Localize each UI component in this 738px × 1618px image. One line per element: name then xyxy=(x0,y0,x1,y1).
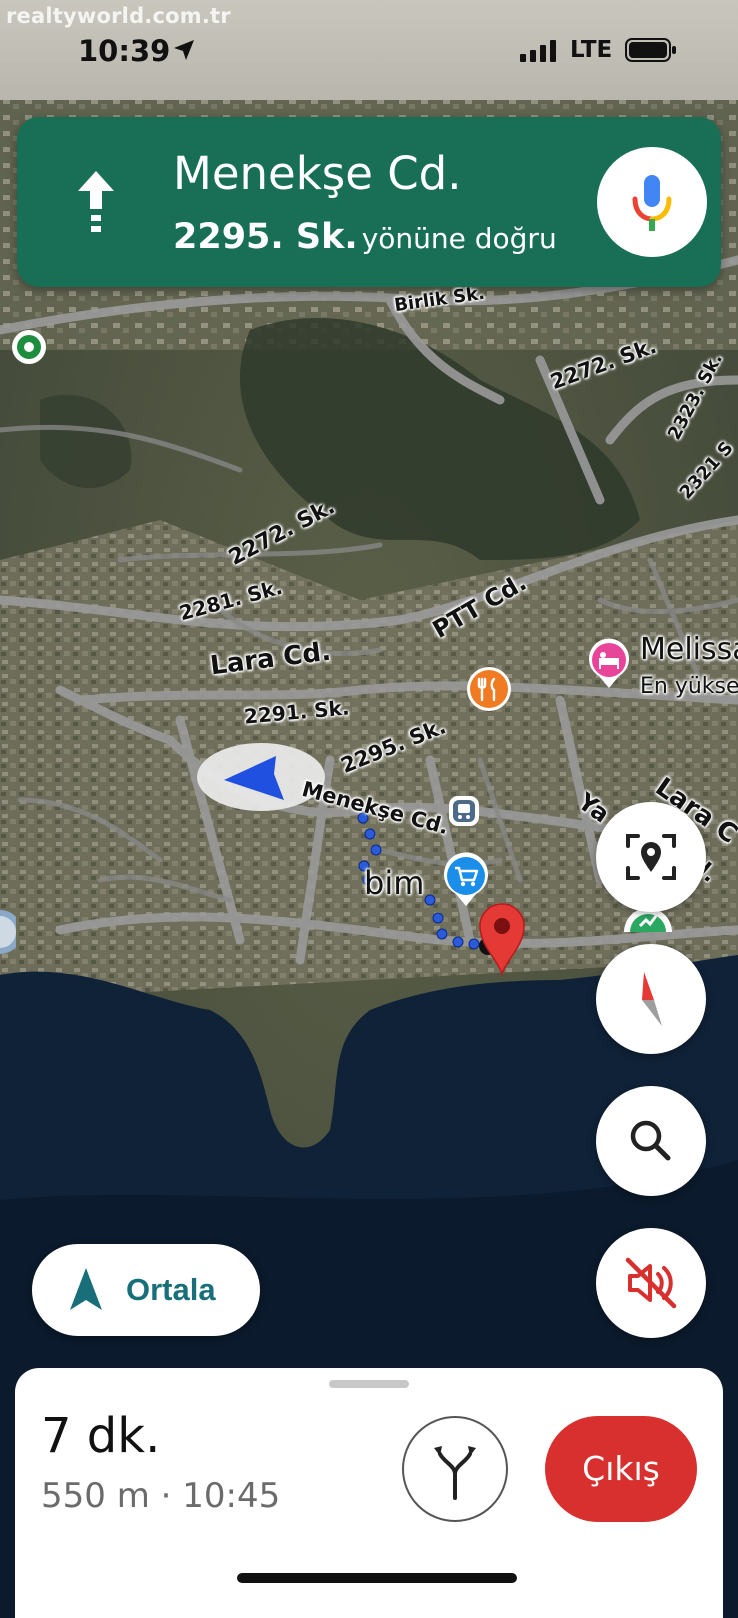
lens-icon xyxy=(626,834,676,880)
map-label: En yükse xyxy=(640,674,738,699)
map-label: Melissa xyxy=(640,632,738,667)
route-split-icon xyxy=(434,1446,476,1500)
lens-button[interactable] xyxy=(596,802,706,912)
network-type: LTE xyxy=(570,37,613,63)
exit-navigation-button[interactable]: Çıkış xyxy=(545,1416,697,1522)
search-icon xyxy=(630,1120,671,1161)
drag-handle[interactable] xyxy=(329,1380,409,1388)
side-marker-icon xyxy=(0,910,16,954)
compass-button[interactable] xyxy=(596,944,706,1054)
straight-arrow-icon xyxy=(78,171,114,232)
navigation-arrow-small-icon xyxy=(70,1268,102,1310)
trip-duration: 7 dk. xyxy=(41,1408,161,1464)
navigation-banner[interactable]: Menekşe Cd. 2295. Sk. yönüne doğru xyxy=(17,117,721,287)
recenter-label: Ortala xyxy=(126,1272,216,1307)
bus-stop-icon[interactable] xyxy=(448,795,480,827)
arrival-time: 10:45 xyxy=(182,1476,281,1516)
mute-icon xyxy=(625,1257,677,1309)
mute-button[interactable] xyxy=(596,1228,706,1338)
trip-distance: 550 m xyxy=(41,1476,150,1516)
toward-street: 2295. Sk. xyxy=(173,217,358,257)
restaurant-icon[interactable] xyxy=(466,666,512,712)
alternate-routes-button[interactable] xyxy=(402,1416,508,1522)
destination-pin-icon[interactable] xyxy=(474,898,530,976)
microphone-icon xyxy=(632,175,672,231)
map-label: bim xyxy=(364,864,425,902)
toward-suffix: yönüne doğru xyxy=(361,222,557,255)
toward-direction: 2295. Sk. yönüne doğru xyxy=(173,217,557,257)
signal-bars-icon xyxy=(520,40,556,62)
current-street: Menekşe Cd. xyxy=(173,147,462,200)
compass-icon xyxy=(642,972,662,1026)
battery-icon xyxy=(625,38,676,62)
trip-details: 550 m · 10:45 xyxy=(41,1476,280,1516)
voice-search-button[interactable] xyxy=(597,147,707,257)
recenter-button[interactable]: Ortala xyxy=(32,1244,260,1336)
trip-summary-sheet[interactable]: 7 dk. 550 m · 10:45 Çıkış xyxy=(15,1368,723,1618)
place-marker-icon[interactable] xyxy=(10,328,48,366)
hotel-icon[interactable] xyxy=(585,638,633,690)
trip-separator: · xyxy=(160,1476,172,1516)
status-time: 10:39 xyxy=(78,34,171,68)
status-bar: realtyworld.com.tr 10:39 LTE xyxy=(0,0,738,100)
location-arrow-icon xyxy=(174,40,194,60)
watermark: realtyworld.com.tr xyxy=(6,4,231,28)
exit-label: Çıkış xyxy=(582,1449,660,1488)
home-indicator[interactable] xyxy=(237,1573,517,1583)
search-button[interactable] xyxy=(596,1086,706,1196)
